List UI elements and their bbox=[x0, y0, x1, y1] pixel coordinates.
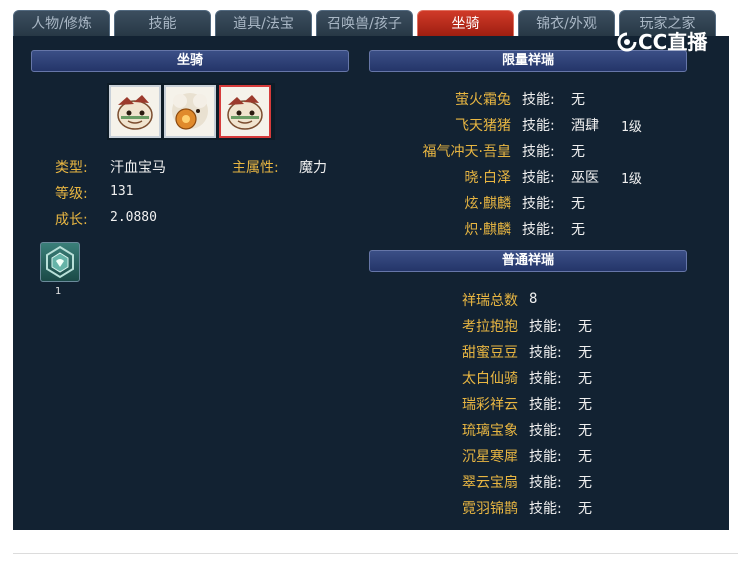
level-value: 131 bbox=[110, 184, 134, 199]
normal-item-name: 瑞彩祥云 bbox=[462, 397, 518, 413]
limited-skill-label: 技能: bbox=[522, 196, 555, 212]
normal-skill-value: 无 bbox=[578, 397, 592, 413]
normal-total-label: 祥瑞总数 bbox=[462, 293, 518, 309]
growth-value: 2.0880 bbox=[110, 210, 157, 225]
normal-skill-value: 无 bbox=[578, 371, 592, 387]
main-attr-label: 主属性: bbox=[232, 160, 279, 176]
limited-item-name: 晓·白泽 bbox=[464, 170, 511, 186]
normal-skill-value: 无 bbox=[578, 319, 592, 335]
mount-item-count: 1 bbox=[55, 286, 62, 297]
normal-skill-label: 技能: bbox=[529, 475, 562, 491]
normal-item-name: 琉璃宝象 bbox=[462, 423, 518, 439]
normal-item-name: 霓羽锦鹊 bbox=[462, 501, 518, 517]
limited-item-name: 炫·麒麟 bbox=[464, 196, 511, 212]
normal-header: 普通祥瑞 bbox=[369, 250, 687, 272]
normal-skill-label: 技能: bbox=[529, 501, 562, 517]
normal-skill-value: 无 bbox=[578, 449, 592, 465]
tab-skills[interactable]: 技能 bbox=[114, 10, 211, 38]
normal-skill-value: 无 bbox=[578, 345, 592, 361]
level-label: 等级: bbox=[55, 186, 88, 202]
cc-live-logo: CC直播 bbox=[616, 26, 707, 55]
limited-skill-label: 技能: bbox=[522, 92, 555, 108]
cc-logo-text: CC直播 bbox=[638, 30, 708, 54]
normal-skill-label: 技能: bbox=[529, 449, 562, 465]
limited-item-name: 萤火霜兔 bbox=[455, 92, 511, 108]
normal-item-name: 考拉抱抱 bbox=[462, 319, 518, 335]
normal-item-name: 太白仙骑 bbox=[462, 371, 518, 387]
limited-skill-value: 无 bbox=[571, 144, 585, 160]
limited-skill-value: 无 bbox=[571, 222, 585, 238]
normal-item-name: 翠云宝扇 bbox=[462, 475, 518, 491]
normal-item-name: 甜蜜豆豆 bbox=[462, 345, 518, 361]
limited-skill-level: 1级 bbox=[621, 120, 642, 135]
mount-type-label: 类型: bbox=[55, 160, 88, 176]
main-attr-value: 魔力 bbox=[299, 160, 327, 176]
normal-skill-label: 技能: bbox=[529, 423, 562, 439]
mount-panel: 坐骑 类型: 汗血宝马 主属性: 魔力 等级: 131 成长: 2.0880 1… bbox=[13, 36, 729, 530]
limited-skill-value: 酒肆 bbox=[571, 118, 599, 134]
tab-items[interactable]: 道具/法宝 bbox=[215, 10, 312, 38]
limited-skill-level: 1级 bbox=[621, 172, 642, 187]
mount-avatar-3[interactable] bbox=[219, 85, 271, 138]
mount-avatar-2[interactable] bbox=[164, 85, 216, 138]
limited-item-name: 炽·麒麟 bbox=[464, 222, 511, 238]
limited-skill-value: 无 bbox=[571, 196, 585, 212]
tab-outfit[interactable]: 锦衣/外观 bbox=[518, 10, 615, 38]
limited-skill-label: 技能: bbox=[522, 222, 555, 238]
normal-skill-label: 技能: bbox=[529, 397, 562, 413]
limited-skill-label: 技能: bbox=[522, 118, 555, 134]
cc-logo-icon bbox=[617, 32, 637, 52]
limited-skill-label: 技能: bbox=[522, 144, 555, 160]
mount-header: 坐骑 bbox=[31, 50, 349, 72]
tab-mount[interactable]: 坐骑 bbox=[417, 10, 514, 38]
limited-item-name: 福气冲天·吾皇 bbox=[422, 144, 511, 160]
limited-skill-value: 无 bbox=[571, 92, 585, 108]
normal-total-value: 8 bbox=[529, 291, 538, 307]
normal-skill-label: 技能: bbox=[529, 345, 562, 361]
mount-item-icon[interactable] bbox=[40, 242, 80, 282]
mount-type-value: 汗血宝马 bbox=[110, 160, 166, 176]
normal-skill-value: 无 bbox=[578, 423, 592, 439]
growth-label: 成长: bbox=[55, 212, 88, 228]
bottom-divider bbox=[13, 553, 738, 554]
mount-avatar-1[interactable] bbox=[109, 85, 161, 138]
normal-skill-label: 技能: bbox=[529, 319, 562, 335]
normal-skill-value: 无 bbox=[578, 501, 592, 517]
normal-skill-value: 无 bbox=[578, 475, 592, 491]
limited-item-name: 飞天猪猪 bbox=[455, 118, 511, 134]
tab-character[interactable]: 人物/修炼 bbox=[13, 10, 110, 38]
normal-item-name: 沉星寒犀 bbox=[462, 449, 518, 465]
limited-skill-label: 技能: bbox=[522, 170, 555, 186]
limited-skill-value: 巫医 bbox=[571, 170, 599, 186]
mount-avatar-list bbox=[107, 83, 275, 140]
normal-skill-label: 技能: bbox=[529, 371, 562, 387]
tab-summons[interactable]: 召唤兽/孩子 bbox=[316, 10, 413, 38]
